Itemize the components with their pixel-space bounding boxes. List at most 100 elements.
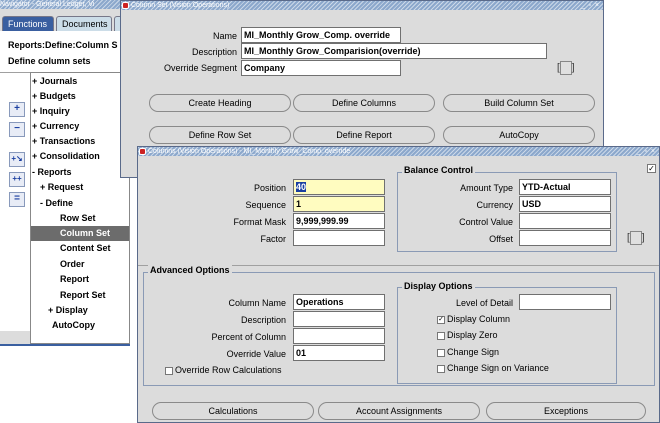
- format-mask-label: Format Mask: [233, 217, 286, 227]
- tree-item-reports[interactable]: - Reports: [32, 165, 72, 180]
- amount-type-field[interactable]: YTD-Actual: [519, 179, 611, 195]
- checkbox-icon: [437, 331, 445, 340]
- navigator-subheading: Define column sets: [8, 56, 91, 66]
- navigator-heading: Reports:Define:Column S: [8, 40, 118, 50]
- column-set-title-bar[interactable]: Column Set (Vision Operations) _ ▫ ×: [121, 1, 603, 10]
- override-row-calculations-checkbox[interactable]: Override Row Calculations: [165, 365, 282, 376]
- format-mask-field[interactable]: 9,999,999.99: [293, 213, 385, 229]
- checkbox-icon: [165, 366, 173, 375]
- navigator-title: Navigator - General Ledger, Vi: [0, 1, 95, 8]
- columns-title-bar[interactable]: Columns (Vision Operations) - MI_Monthly…: [138, 147, 659, 156]
- checkbox-icon: [437, 348, 445, 357]
- percent-of-column-field[interactable]: [293, 328, 385, 344]
- autocopy-button[interactable]: AutoCopy: [443, 126, 595, 144]
- build-column-set-button[interactable]: Build Column Set: [443, 94, 595, 112]
- offset-field[interactable]: [519, 230, 611, 246]
- tree-item-request[interactable]: + Request: [40, 180, 83, 195]
- factor-field[interactable]: [293, 230, 385, 246]
- override-value-field[interactable]: 01: [293, 345, 385, 361]
- override-row-calculations-label: Override Row Calculations: [175, 365, 282, 375]
- sequence-field[interactable]: 1: [293, 196, 385, 212]
- descriptive-flexfield-button[interactable]: []: [627, 231, 645, 245]
- display-column-checkbox[interactable]: ✓ Display Column: [437, 314, 510, 325]
- create-heading-button[interactable]: Create Heading: [149, 94, 291, 112]
- balance-control-title: Balance Control: [402, 165, 476, 175]
- tree-item-autocopy[interactable]: AutoCopy: [52, 318, 95, 333]
- tree-item-define[interactable]: - Define: [40, 196, 73, 211]
- change-sign-checkbox[interactable]: Change Sign: [437, 347, 499, 358]
- override-segment-field[interactable]: Company: [241, 60, 401, 76]
- change-sign-on-variance-checkbox[interactable]: Change Sign on Variance: [437, 363, 549, 374]
- adv-description-label: Description: [240, 315, 286, 325]
- expand-icon[interactable]: +: [9, 102, 25, 117]
- tree-item-display[interactable]: + Display: [48, 303, 88, 318]
- advanced-options-title: Advanced Options: [148, 265, 232, 275]
- position-value: 40: [296, 182, 307, 192]
- define-row-set-button[interactable]: Define Row Set: [149, 126, 291, 144]
- oracle-window-icon: [139, 148, 146, 155]
- control-value-label: Control Value: [459, 217, 513, 227]
- display-zero-label: Display Zero: [447, 330, 498, 340]
- flexfield-box-icon: [629, 231, 642, 245]
- currency-field[interactable]: USD: [519, 196, 611, 212]
- change-sign-label: Change Sign: [447, 347, 500, 357]
- tree-item-inquiry[interactable]: + Inquiry: [32, 104, 70, 119]
- exceptions-button[interactable]: Exceptions: [486, 402, 646, 420]
- tree-item-row-set[interactable]: Row Set: [60, 211, 96, 226]
- expand-branch-icon[interactable]: +↘: [9, 152, 25, 167]
- name-label: Name: [212, 31, 237, 41]
- column-name-label: Column Name: [228, 298, 286, 308]
- window-controls-icon[interactable]: _ ▫ ×: [637, 147, 656, 156]
- tree-item-journals[interactable]: + Journals: [32, 74, 77, 89]
- display-zero-checkbox[interactable]: Display Zero: [437, 330, 498, 341]
- tree-item-order[interactable]: Order: [60, 257, 85, 272]
- navigator-bottom-panel: [0, 344, 130, 423]
- tree-item-column-set[interactable]: Column Set: [31, 226, 129, 241]
- window-controls-icon[interactable]: _ ▫ ×: [581, 1, 600, 10]
- define-columns-button[interactable]: Define Columns: [293, 94, 435, 112]
- collapse-all-icon[interactable]: =: [9, 192, 25, 207]
- descriptive-flexfield-button[interactable]: []: [557, 61, 575, 75]
- position-label: Position: [253, 183, 286, 193]
- define-report-button[interactable]: Define Report: [293, 126, 435, 144]
- record-indicator-checkbox[interactable]: ✓: [647, 164, 656, 173]
- override-segment-label: Override Segment: [163, 63, 237, 73]
- override-value-label: Override Value: [226, 349, 286, 359]
- expand-all-icon[interactable]: ++: [9, 172, 25, 187]
- tree-item-report-set[interactable]: Report Set: [60, 288, 106, 303]
- collapse-icon[interactable]: −: [9, 122, 25, 137]
- name-field[interactable]: MI_Monthly Grow_Comp. override: [241, 27, 401, 43]
- tree-item-report[interactable]: Report: [60, 272, 89, 287]
- display-column-label: Display Column: [447, 314, 511, 324]
- currency-label: Currency: [476, 200, 513, 210]
- tree-item-currency[interactable]: + Currency: [32, 119, 79, 134]
- percent-of-column-label: Percent of Column: [211, 332, 286, 342]
- control-value-field[interactable]: [519, 213, 611, 229]
- description-label: Description: [191, 47, 237, 57]
- checkbox-checked-icon: ✓: [437, 315, 445, 324]
- factor-label: Factor: [260, 234, 286, 244]
- display-options-title: Display Options: [402, 281, 475, 291]
- oracle-window-icon: [122, 2, 129, 9]
- tree-item-transactions[interactable]: + Transactions: [32, 134, 95, 149]
- offset-label: Offset: [489, 234, 513, 244]
- calculations-button[interactable]: Calculations: [152, 402, 314, 420]
- navigator-title-bar[interactable]: Navigator - General Ledger, Vi: [0, 0, 130, 9]
- adv-description-field[interactable]: [293, 311, 385, 327]
- flexfield-box-icon: [559, 61, 572, 75]
- tree-item-content-set[interactable]: Content Set: [60, 241, 111, 256]
- columns-window: Columns (Vision Operations) - MI_Monthly…: [137, 146, 660, 423]
- tab-functions[interactable]: Functions: [2, 16, 54, 31]
- position-field[interactable]: 40: [293, 179, 385, 195]
- function-tree: + Journals + Budgets + Inquiry + Currenc…: [30, 72, 130, 344]
- amount-type-label: Amount Type: [460, 183, 513, 193]
- account-assignments-button[interactable]: Account Assignments: [318, 402, 480, 420]
- tab-documents[interactable]: Documents: [56, 16, 112, 31]
- checkbox-icon: [437, 364, 445, 373]
- description-field[interactable]: MI_Monthly Grow_Comparision(override): [241, 43, 547, 59]
- tree-item-budgets[interactable]: + Budgets: [32, 89, 76, 104]
- tree-item-consolidation[interactable]: + Consolidation: [32, 149, 100, 164]
- column-name-field[interactable]: Operations: [293, 294, 385, 310]
- level-of-detail-field[interactable]: [519, 294, 611, 310]
- change-sign-on-variance-label: Change Sign on Variance: [447, 363, 549, 373]
